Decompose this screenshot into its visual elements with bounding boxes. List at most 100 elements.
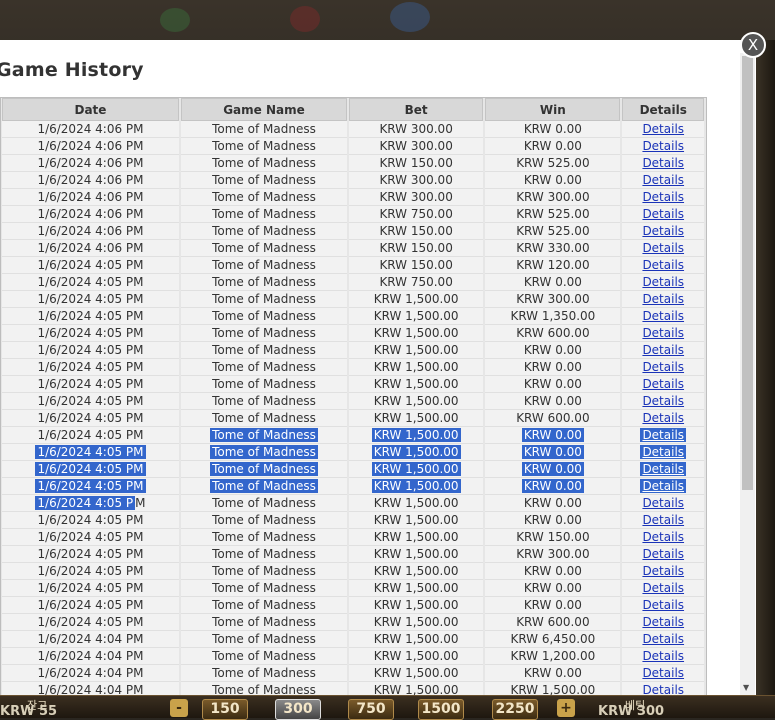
cell-bet-text: KRW 150.00 — [379, 241, 453, 255]
details-link[interactable]: Details — [642, 615, 684, 629]
column-header-date[interactable]: Date — [2, 98, 179, 121]
cell-details: Details — [622, 478, 704, 495]
cell-bet-text: KRW 300.00 — [379, 139, 453, 153]
cell-date-text: 1/6/2024 4:06 PM — [37, 224, 144, 238]
details-link[interactable]: Details — [642, 513, 684, 527]
details-link[interactable]: Details — [642, 190, 684, 204]
column-header-details[interactable]: Details — [622, 98, 704, 121]
details-link[interactable]: Details — [642, 496, 684, 510]
cell-win: KRW 600.00 — [485, 410, 621, 427]
cell-details: Details — [622, 665, 704, 682]
cell-bet-text: KRW 1,500.00 — [373, 547, 459, 561]
cell-win-text: KRW 0.00 — [521, 462, 584, 476]
details-link[interactable]: Details — [642, 683, 684, 695]
cell-bet: KRW 750.00 — [349, 274, 484, 291]
cell-game-name-text: Tome of Madness — [210, 445, 318, 459]
details-link[interactable]: Details — [642, 326, 684, 340]
details-link[interactable]: Details — [640, 428, 687, 442]
cell-date-text: 1/6/2024 4:06 PM — [37, 156, 144, 170]
details-link[interactable]: Details — [642, 632, 684, 646]
cell-bet: KRW 300.00 — [349, 138, 484, 155]
cell-date: 1/6/2024 4:05 PM — [2, 597, 179, 614]
details-link[interactable]: Details — [642, 156, 684, 170]
details-link[interactable]: Details — [642, 360, 684, 374]
details-link[interactable]: Details — [642, 207, 684, 221]
cell-bet-text: KRW 1,500.00 — [371, 462, 461, 476]
details-link[interactable]: Details — [642, 139, 684, 153]
cell-game-name: Tome of Madness — [180, 461, 347, 478]
scroll-down-arrow-icon[interactable]: ▼ — [743, 683, 749, 692]
details-link[interactable]: Details — [640, 479, 687, 493]
details-link[interactable]: Details — [642, 122, 684, 136]
cell-bet-text: KRW 1,500.00 — [373, 326, 459, 340]
bet-decrease-button[interactable]: - — [170, 699, 188, 717]
details-link[interactable]: Details — [642, 530, 684, 544]
cell-bet-text: KRW 1,500.00 — [373, 615, 459, 629]
table-row: 1/6/2024 4:05 PM Tome of Madness KRW 1,500… — [2, 546, 704, 563]
details-link[interactable]: Details — [642, 343, 684, 357]
scrollbar[interactable]: ▲ ▼ — [740, 53, 755, 695]
cell-bet-text: KRW 150.00 — [379, 258, 453, 272]
cell-win-text: KRW 600.00 — [516, 326, 590, 340]
cell-game-name: Tome of Madness — [180, 512, 347, 529]
cell-bet: KRW 1,500.00 — [349, 580, 484, 597]
cell-date: 1/6/2024 4:05 PM — [2, 546, 179, 563]
cell-date: 1/6/2024 4:05 PM — [2, 342, 179, 359]
cell-date: 1/6/2024 4:06 PM — [2, 206, 179, 223]
cell-win: KRW 0.00 — [485, 461, 621, 478]
cell-game-name: Tome of Madness — [180, 563, 347, 580]
cell-bet: KRW 150.00 — [349, 257, 484, 274]
cell-game-name-text: Tome of Madness — [212, 309, 316, 323]
column-header-bet[interactable]: Bet — [349, 98, 484, 121]
cell-date-text: 1/6/2024 4:06 PM — [37, 207, 144, 221]
details-link[interactable]: Details — [642, 649, 684, 663]
details-link[interactable]: Details — [642, 564, 684, 578]
cell-date-text: 1/6/2024 4:05 PM — [35, 462, 146, 476]
cell-game-name: Tome of Madness — [180, 665, 347, 682]
details-link[interactable]: Details — [642, 309, 684, 323]
column-header-win[interactable]: Win — [485, 98, 621, 121]
details-link[interactable]: Details — [642, 377, 684, 391]
details-link[interactable]: Details — [642, 666, 684, 680]
details-link[interactable]: Details — [642, 173, 684, 187]
details-link[interactable]: Details — [642, 241, 684, 255]
cell-bet: KRW 1,500.00 — [349, 563, 484, 580]
details-link[interactable]: Details — [642, 598, 684, 612]
close-button[interactable]: X — [740, 32, 766, 58]
table-row: 1/6/2024 4:06 PM Tome of Madness KRW 300.0… — [2, 121, 704, 138]
column-header-game-name[interactable]: Game Name — [180, 98, 347, 121]
cell-game-name-text: Tome of Madness — [212, 122, 316, 136]
cell-details: Details — [622, 189, 704, 206]
cell-date: 1/6/2024 4:04 PM — [2, 682, 179, 695]
cell-date: 1/6/2024 4:06 PM — [2, 121, 179, 138]
cell-date: 1/6/2024 4:05 PM — [2, 563, 179, 580]
table-row: 1/6/2024 4:05 PM Tome of Madness KRW 1,500… — [2, 427, 704, 444]
details-link[interactable]: Details — [642, 547, 684, 561]
bet-increase-button[interactable]: + — [557, 699, 575, 717]
unselected-text: M — [135, 496, 146, 510]
details-link[interactable]: Details — [640, 445, 687, 459]
details-link[interactable]: Details — [642, 224, 684, 238]
details-link[interactable]: Details — [640, 462, 687, 476]
details-link[interactable]: Details — [642, 581, 684, 595]
cell-win: KRW 0.00 — [485, 138, 621, 155]
cell-win: KRW 0.00 — [485, 478, 621, 495]
details-link[interactable]: Details — [642, 394, 684, 408]
cell-bet-text: KRW 1,500.00 — [371, 428, 461, 442]
cell-details: Details — [622, 325, 704, 342]
table-row: 1/6/2024 4:05 PM Tome of Madness KRW 1,500… — [2, 529, 704, 546]
cell-win: KRW 600.00 — [485, 325, 621, 342]
details-link[interactable]: Details — [642, 292, 684, 306]
details-link[interactable]: Details — [642, 258, 684, 272]
cell-win-text: KRW 525.00 — [516, 224, 590, 238]
cell-bet: KRW 1,500.00 — [349, 631, 484, 648]
scrollbar-thumb[interactable] — [742, 56, 753, 490]
cell-game-name: Tome of Madness — [180, 546, 347, 563]
details-link[interactable]: Details — [642, 275, 684, 289]
cell-game-name: Tome of Madness — [180, 342, 347, 359]
details-link[interactable]: Details — [642, 411, 684, 425]
cell-bet-text: KRW 1,500.00 — [373, 581, 459, 595]
cell-win: KRW 6,450.00 — [485, 631, 621, 648]
cell-details: Details — [622, 257, 704, 274]
cell-details: Details — [622, 308, 704, 325]
